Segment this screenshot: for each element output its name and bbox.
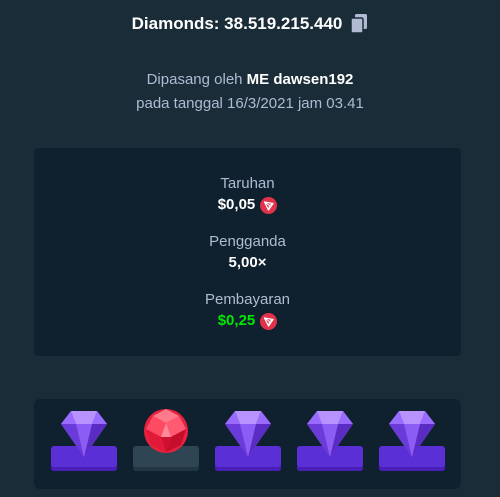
gem-tile xyxy=(51,399,117,489)
username-link[interactable]: ME dawsen192 xyxy=(247,71,354,88)
gem-board xyxy=(34,399,461,489)
gem-tile xyxy=(379,399,445,489)
purple-gem-icon xyxy=(389,411,435,457)
placed-by-line: Dipasang oleh ME dawsen192 xyxy=(0,68,500,92)
placed-date: pada tanggal 16/3/2021 jam 03.41 xyxy=(136,95,364,112)
tron-icon xyxy=(260,312,278,330)
placed-by-prefix: Dipasang oleh xyxy=(146,71,247,88)
payout-value: $0,25 xyxy=(217,312,256,329)
copy-icon[interactable] xyxy=(350,14,368,34)
gem-tile xyxy=(215,399,281,489)
gem-tile xyxy=(133,399,199,489)
payout-value-row: $0,25 xyxy=(34,310,461,332)
game-title: Diamonds: 38.519.215.440 xyxy=(131,14,343,33)
red-gem-icon xyxy=(144,409,188,453)
bet-amount-stat: Taruhan $0,05 xyxy=(34,174,461,216)
bet-details-page: Diamonds: 38.519.215.440 Dipasang oleh M… xyxy=(0,0,500,497)
bet-stats-card: Taruhan $0,05 Pengganda 5,00× Pembayaran xyxy=(34,148,461,356)
purple-gem-icon xyxy=(61,411,107,457)
title-row: Diamonds: 38.519.215.440 xyxy=(0,10,500,38)
payout-label: Pembayaran xyxy=(204,291,291,308)
multiplier-label: Pengganda xyxy=(209,233,286,250)
purple-gem-icon xyxy=(307,411,353,457)
gem-tile xyxy=(297,399,363,489)
bet-label: Taruhan xyxy=(220,175,275,192)
payout-stat: Pembayaran $0,25 xyxy=(34,290,461,332)
bet-value-row: $0,05 xyxy=(34,194,461,216)
tron-icon xyxy=(260,196,278,214)
purple-gem-icon xyxy=(225,411,271,457)
multiplier-value-row: 5,00× xyxy=(34,252,461,274)
bet-value: $0,05 xyxy=(217,196,256,213)
multiplier-stat: Pengganda 5,00× xyxy=(34,232,461,274)
multiplier-value: 5,00× xyxy=(228,254,267,271)
placed-by-info: Dipasang oleh ME dawsen192 pada tanggal … xyxy=(0,68,500,116)
